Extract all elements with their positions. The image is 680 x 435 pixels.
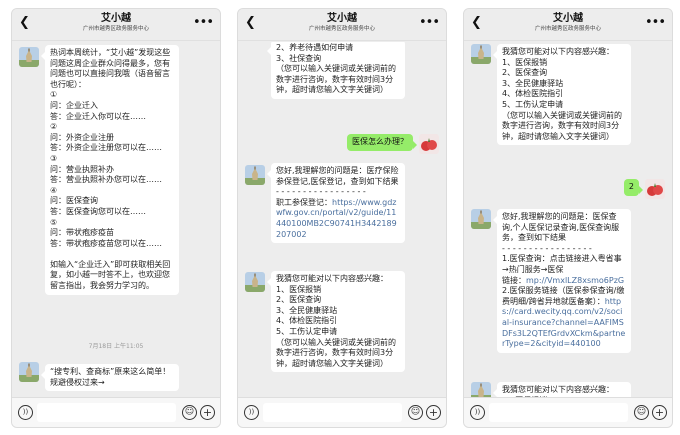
voice-input-icon[interactable]: ))	[470, 405, 485, 420]
chat-title: 艾小越	[101, 13, 131, 24]
chat-subtitle: 广州市越秀区政务服务中心	[308, 26, 375, 32]
plus-icon[interactable]: +	[426, 405, 441, 420]
chat-subtitle: 广州市越秀区政务服务中心	[82, 26, 149, 32]
bot-message-result: 您好,我理解您的问题是：医疗保险参保登记,医保登记，查到如下结果 - - - -…	[267, 163, 405, 244]
chat-title-block: 艾小越 广州市越秀区政务服务中心	[238, 13, 446, 33]
bot-message-result: 您好,我理解您的问题是：医保查询,个人医保记录查询,医保查询服务，查到如下结果 …	[493, 209, 631, 353]
result-text: 您好,我理解您的问题是：医保查询,个人医保记录查询,医保查询服务，查到如下结果 …	[502, 212, 622, 285]
message-list: 2、养老待遇如何申请 3、社保查询 （您可以输入关键词或关键词前的数字进行咨询，…	[238, 42, 446, 397]
bot-message-suggestions: 我猜您可能对以下内容感兴趣： 1、医保报销 2、医保查询 3、全民健康驿站 4、…	[267, 271, 405, 373]
bot-avatar[interactable]	[471, 209, 491, 229]
message-input[interactable]	[37, 403, 176, 422]
bot-avatar[interactable]	[19, 47, 39, 67]
user-message: 医保怎么办理？	[347, 134, 417, 151]
chat-screen-1: ❮ 艾小越 广州市越秀区政务服务中心 ••• 热词本周统计，“艾小越”发现这些问…	[11, 8, 221, 428]
voice-input-icon[interactable]: ))	[244, 405, 259, 420]
bot-message-topics-cont: 2、养老待遇如何申请 3、社保查询 （您可以输入关键词或关键词前的数字进行咨询，…	[267, 42, 405, 99]
chat-title-block: 艾小越 广州市越秀区政务服务中心	[12, 13, 220, 33]
bot-message-suggestions-2: 我猜您可能对以下内容感兴趣： 1、医保报销	[493, 382, 631, 397]
more-options-icon[interactable]: •••	[419, 15, 440, 30]
chat-title-block: 艾小越 广州市越秀区政务服务中心	[464, 13, 672, 33]
bot-avatar[interactable]	[471, 382, 491, 397]
chat-header: ❮ 艾小越 广州市越秀区政务服务中心 •••	[12, 9, 220, 41]
chat-input-bar: )) ☺ +	[464, 397, 672, 427]
message-input[interactable]	[489, 403, 628, 422]
chat-input-bar: )) ☺ +	[12, 397, 220, 427]
chat-screen-2: ❮ 艾小越 广州市越秀区政务服务中心 ••• 2、养老待遇如何申请 3、社保查询…	[237, 8, 447, 428]
message-list: 我猜您可能对以下内容感兴趣： 1、医保报销 2、医保查询 3、全民健康驿站 4、…	[464, 42, 672, 397]
message-list: 热词本周统计，“艾小越”发现这些问题这周企业群众问得最多，您有问题也可以直接问我…	[12, 42, 220, 397]
bot-message-hot-topics: 热词本周统计，“艾小越”发现这些问题这周企业群众问得最多，您有问题也可以直接问我…	[41, 45, 179, 295]
chat-screen-3: ❮ 艾小越 广州市越秀区政务服务中心 ••• 我猜您可能对以下内容感兴趣： 1、…	[463, 8, 673, 428]
emoji-icon[interactable]: ☺	[182, 405, 197, 420]
bot-message-patent-link[interactable]: “搜专利、查商标”原来这么简单！规避侵权过来→	[41, 364, 179, 392]
user-avatar[interactable]	[419, 134, 439, 154]
chat-header: ❮ 艾小越 广州市越秀区政务服务中心 •••	[464, 9, 672, 41]
yueshengshi-link[interactable]: mp://VmxlLZ8xsmo6PzG	[526, 276, 624, 285]
bot-avatar[interactable]	[19, 362, 39, 382]
more-options-icon[interactable]: •••	[193, 15, 214, 30]
emoji-icon[interactable]: ☺	[634, 405, 649, 420]
bot-message-suggestions: 我猜您可能对以下内容感兴趣： 1、医保报销 2、医保查询 3、全民健康驿站 4、…	[493, 44, 631, 146]
voice-input-icon[interactable]: ))	[18, 405, 33, 420]
more-options-icon[interactable]: •••	[645, 15, 666, 30]
chat-subtitle: 广州市越秀区政务服务中心	[534, 26, 601, 32]
user-message: 2	[623, 179, 644, 196]
chat-input-bar: )) ☺ +	[238, 397, 446, 427]
chat-header: ❮ 艾小越 广州市越秀区政务服务中心 •••	[238, 9, 446, 41]
chat-title: 艾小越	[553, 13, 583, 24]
message-input[interactable]	[263, 403, 402, 422]
plus-icon[interactable]: +	[652, 405, 667, 420]
bot-avatar[interactable]	[471, 44, 491, 64]
bot-avatar[interactable]	[245, 165, 265, 185]
emoji-icon[interactable]: ☺	[408, 405, 423, 420]
message-timestamp: 7月18日 上午11:05	[88, 343, 144, 350]
bot-avatar[interactable]	[245, 272, 265, 292]
plus-icon[interactable]: +	[200, 405, 215, 420]
chat-title: 艾小越	[327, 13, 357, 24]
user-avatar[interactable]	[645, 179, 665, 199]
